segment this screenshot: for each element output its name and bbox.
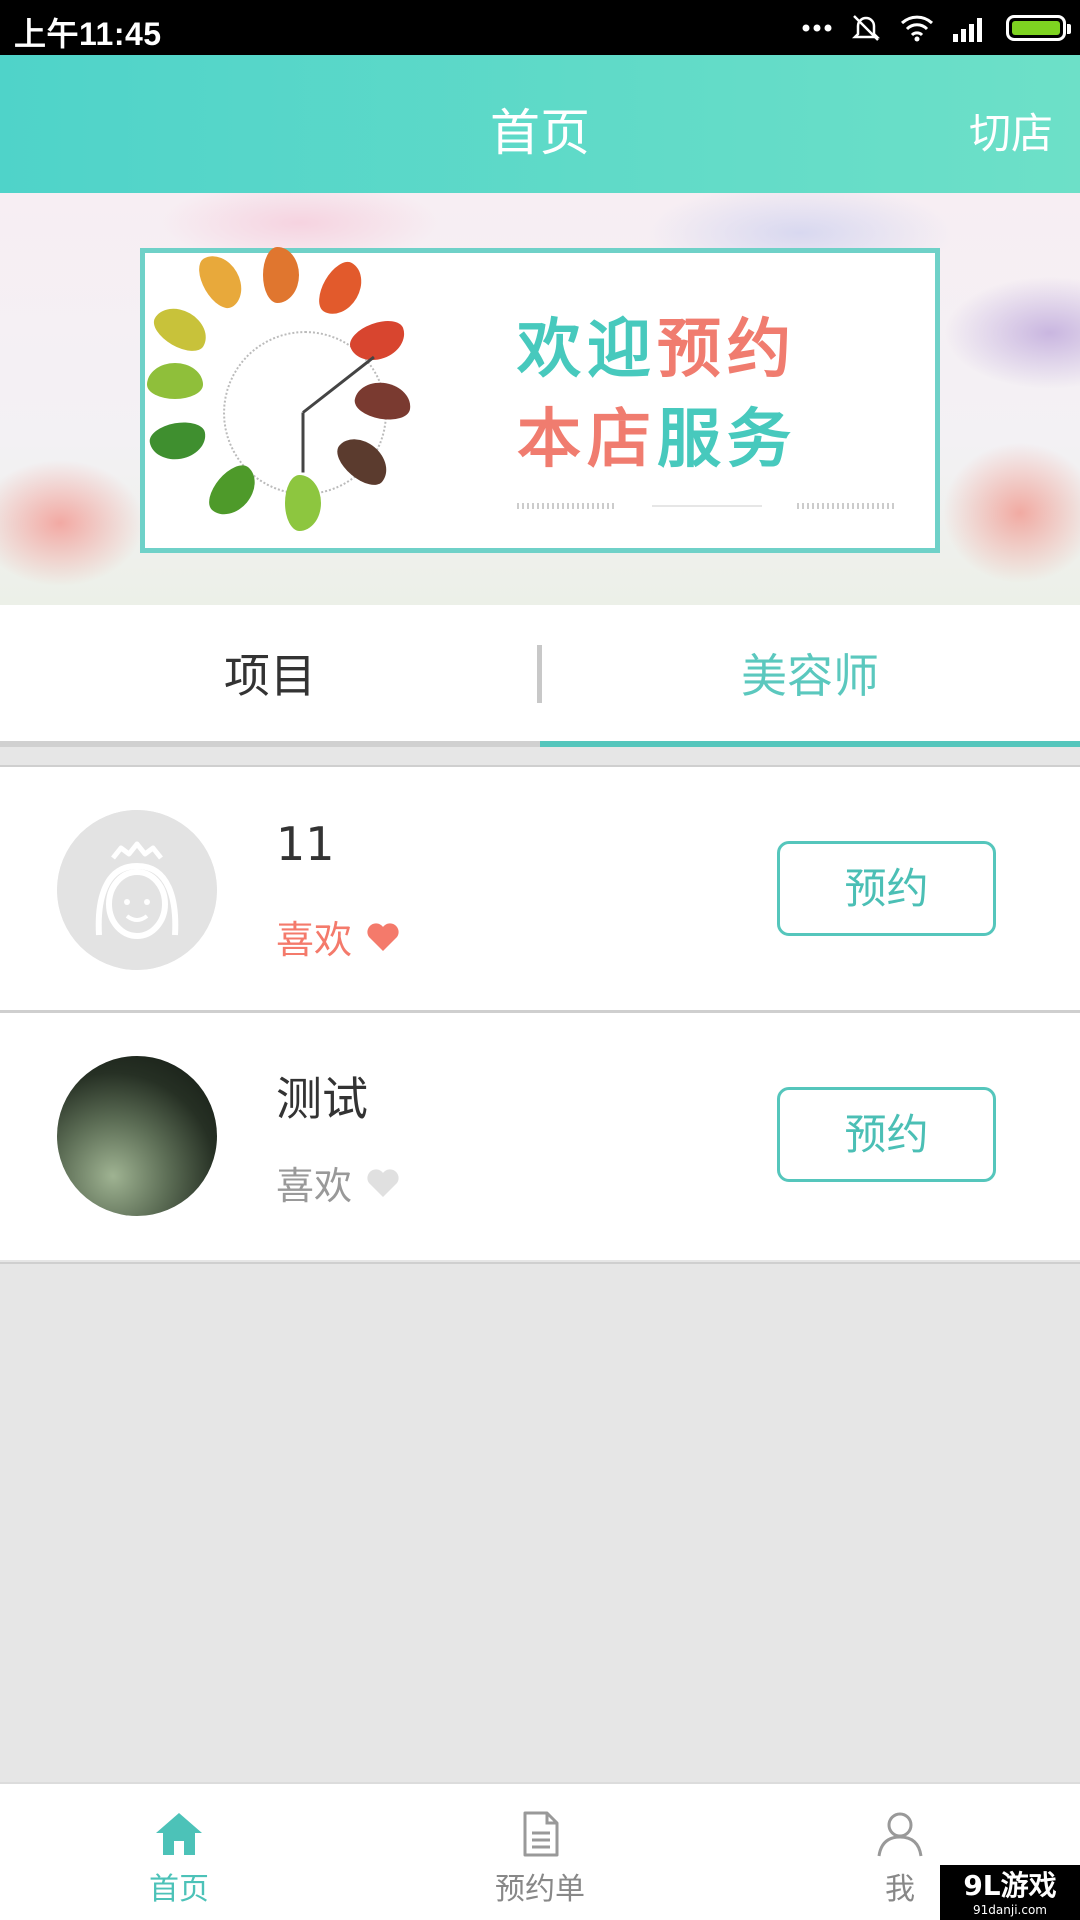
banner-welcome-text: 欢迎预约 本店服务 — [517, 312, 797, 477]
like-label: 喜欢 — [276, 918, 353, 962]
document-icon — [523, 1811, 559, 1857]
switch-store-button[interactable]: 切店 — [969, 100, 1053, 161]
wifi-icon — [900, 15, 934, 42]
beautician-name: 11 — [276, 817, 335, 871]
list-divider — [0, 1262, 1080, 1264]
like-toggle[interactable]: 喜欢 — [276, 909, 400, 964]
mute-icon — [851, 15, 881, 41]
signal-icon — [953, 18, 982, 42]
tabbar-label: 首页 — [149, 1872, 209, 1907]
status-icons — [802, 10, 1071, 46]
beautician-list: 11 喜欢 预约 测试 喜欢 预约 — [0, 765, 1080, 1260]
app-header: 首页 切店 — [0, 55, 1080, 193]
more-dots-icon — [802, 24, 832, 32]
page-title: 首页 — [490, 104, 590, 162]
heart-filled-icon — [367, 922, 399, 951]
tabbar-item-home[interactable]: 首页 — [49, 1784, 309, 1920]
bottom-tab-bar: 首页 预约单 我 — [0, 1782, 1080, 1920]
tabbar-item-orders[interactable]: 预约单 — [410, 1784, 670, 1920]
banner-card: 欢迎预约 本店服务 — [140, 247, 940, 553]
book-button[interactable]: 预约 — [777, 1087, 996, 1182]
user-icon — [877, 1812, 923, 1857]
like-label: 喜欢 — [276, 1164, 353, 1208]
beautician-name: 测试 — [276, 1072, 368, 1126]
site-watermark: 9L游戏 91danji.com — [940, 1865, 1080, 1920]
category-tabs: 项目 美容师 — [0, 605, 1080, 747]
like-toggle[interactable]: 喜欢 — [276, 1155, 400, 1210]
tab-project[interactable]: 项目 — [0, 605, 540, 747]
promo-banner[interactable]: 欢迎预约 本店服务 — [0, 193, 1080, 605]
heart-outline-icon — [367, 1168, 399, 1197]
list-item[interactable]: 11 喜欢 预约 — [0, 765, 1080, 1010]
book-button[interactable]: 预约 — [777, 841, 996, 936]
default-avatar-icon — [57, 810, 217, 970]
list-item[interactable]: 测试 喜欢 预约 — [0, 1010, 1080, 1260]
tab-beautician[interactable]: 美容师 — [540, 605, 1080, 747]
tab-active-indicator — [540, 741, 1080, 747]
status-bar: 上午11:45 — [0, 0, 1080, 55]
banner-decoration-lines — [517, 503, 897, 509]
home-icon — [156, 1813, 202, 1855]
battery-icon — [1006, 15, 1071, 41]
avatar — [57, 1056, 217, 1216]
tabbar-label: 预约单 — [495, 1872, 585, 1907]
status-time: 上午11:45 — [14, 16, 162, 52]
